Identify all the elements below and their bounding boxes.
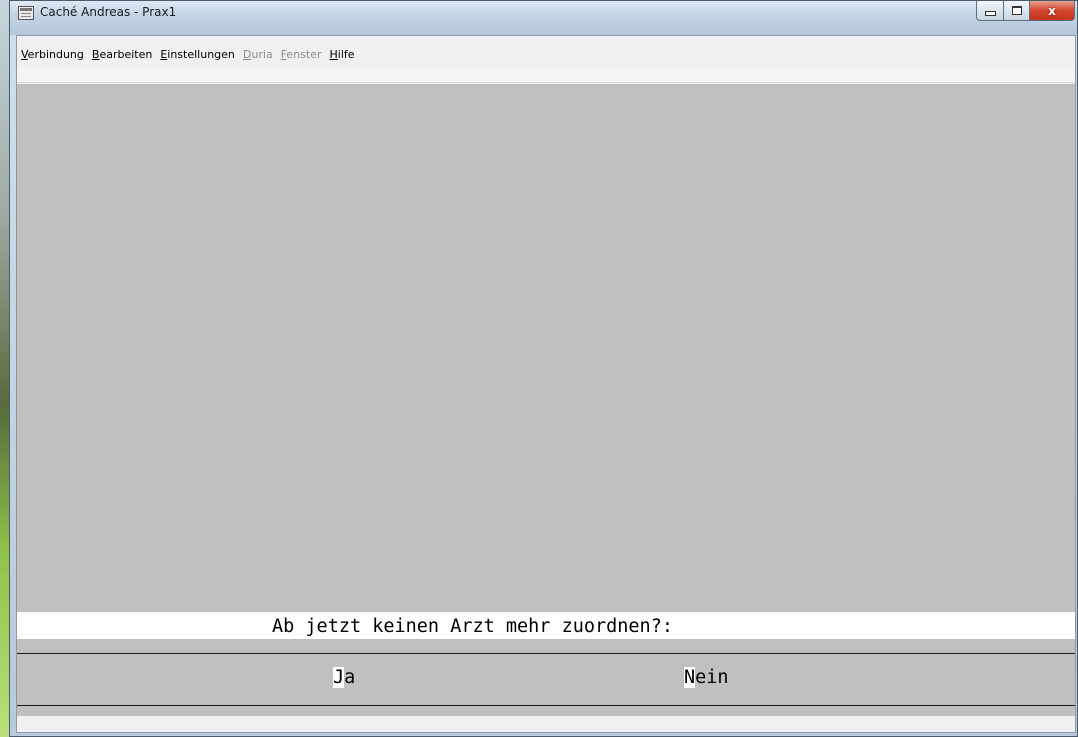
close-icon: x <box>1048 3 1056 18</box>
prompt-bar: Ab jetzt keinen Arzt mehr zuordnen?: <box>17 612 1075 639</box>
option-nein[interactable]: Nein <box>684 667 729 688</box>
menu-duria[interactable]: Duria <box>239 46 277 64</box>
client-area: Verbindung Bearbeiten Einstellungen Duri… <box>16 35 1076 733</box>
menu-fenster[interactable]: Fenster <box>277 46 326 64</box>
maximize-icon <box>1011 6 1022 15</box>
toolbar-strip <box>17 68 1075 83</box>
option-ja[interactable]: Ja <box>333 667 355 688</box>
maximize-button[interactable] <box>1003 1 1030 21</box>
menu-bearbeiten[interactable]: Bearbeiten <box>88 46 156 64</box>
app-window: Caché Andreas - Prax1 x Verbindung Bearb… <box>9 0 1078 737</box>
menu-hilfe[interactable]: Hilfe <box>326 46 359 64</box>
menu-bar: Verbindung Bearbeiten Einstellungen Duri… <box>17 46 1075 64</box>
option-ja-hotkey: J <box>333 667 345 688</box>
divider-line <box>17 705 1075 706</box>
terminal-screen[interactable]: Ab jetzt keinen Arzt mehr zuordnen?: Ja … <box>17 84 1075 728</box>
option-nein-hotkey: N <box>684 667 696 688</box>
menu-einstellungen[interactable]: Einstellungen <box>156 46 239 64</box>
minimize-button[interactable] <box>976 1 1004 21</box>
status-strip <box>17 716 1075 728</box>
divider-line <box>17 653 1075 654</box>
confirm-prompt: Ab jetzt keinen Arzt mehr zuordnen?: <box>272 616 673 637</box>
window-title: Caché Andreas - Prax1 <box>40 5 177 19</box>
minimize-icon <box>984 11 996 16</box>
close-button[interactable]: x <box>1029 1 1075 21</box>
title-bar[interactable]: Caché Andreas - Prax1 <box>10 1 1077 35</box>
terminal-app-icon[interactable] <box>18 6 34 20</box>
menu-verbindung[interactable]: Verbindung <box>17 46 88 64</box>
